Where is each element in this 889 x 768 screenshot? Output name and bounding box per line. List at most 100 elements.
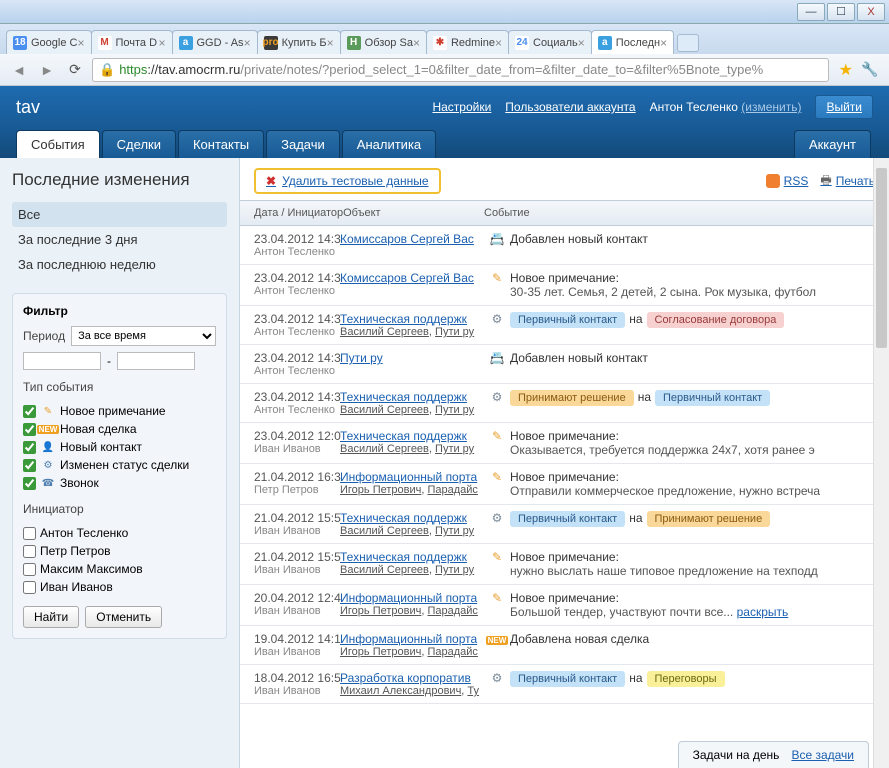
change-user-link[interactable]: (изменить) bbox=[741, 100, 801, 114]
scrollbar-thumb[interactable] bbox=[876, 168, 887, 348]
event-sub-link[interactable]: Парадайс bbox=[427, 484, 477, 496]
find-button[interactable]: Найти bbox=[23, 606, 79, 628]
event-object-link[interactable]: Техническая поддержк bbox=[340, 390, 484, 404]
tab-account[interactable]: Аккаунт bbox=[794, 130, 871, 158]
event-object-link[interactable]: Комиссаров Сергей Вас bbox=[340, 232, 484, 246]
browser-tab[interactable]: aGGD - As× bbox=[172, 30, 258, 54]
print-link[interactable]: 🖶Печать bbox=[820, 171, 875, 192]
event-object-link[interactable]: Комиссаров Сергей Вас bbox=[340, 271, 484, 285]
browser-tab[interactable]: proКупить Б× bbox=[257, 30, 341, 54]
tab-tasks[interactable]: Задачи bbox=[266, 130, 340, 158]
new-tab-button[interactable] bbox=[677, 34, 699, 52]
event-sub-link[interactable]: Василий Сергеев bbox=[340, 564, 429, 576]
tab-close-icon[interactable]: × bbox=[77, 36, 84, 50]
tab-close-icon[interactable]: × bbox=[327, 36, 334, 50]
event-sub-link[interactable]: Василий Сергеев bbox=[340, 443, 429, 455]
event-sub-link[interactable]: Пути ру bbox=[435, 443, 474, 455]
tab-close-icon[interactable]: × bbox=[495, 36, 502, 50]
logout-button[interactable]: Выйти bbox=[815, 95, 873, 119]
tasks-bar[interactable]: Задачи на день Все задачи bbox=[678, 741, 869, 768]
event-date: 21.04.2012 15:5 bbox=[254, 511, 340, 525]
settings-link[interactable]: Настройки bbox=[432, 100, 491, 114]
event-sub-link[interactable]: Пути ру bbox=[435, 404, 474, 416]
filter-all[interactable]: Все bbox=[12, 202, 227, 227]
browser-tab[interactable]: aПоследн× bbox=[591, 30, 674, 54]
window-close-button[interactable]: X bbox=[857, 3, 885, 21]
date-from-input[interactable] bbox=[23, 352, 101, 370]
tab-close-icon[interactable]: × bbox=[660, 36, 667, 50]
tab-close-icon[interactable]: × bbox=[158, 36, 165, 50]
check-new-contact[interactable] bbox=[23, 441, 36, 454]
tab-deals[interactable]: Сделки bbox=[102, 130, 176, 158]
tab-close-icon[interactable]: × bbox=[578, 36, 585, 50]
browser-tab[interactable]: 24Социаль× bbox=[508, 30, 592, 54]
date-dash: - bbox=[107, 354, 111, 368]
event-sub-link[interactable]: Василий Сергеев bbox=[340, 525, 429, 537]
back-button[interactable]: ◄ bbox=[8, 59, 30, 81]
scrollbar[interactable] bbox=[873, 158, 889, 768]
period-select[interactable]: За все время bbox=[71, 326, 216, 346]
date-to-input[interactable] bbox=[117, 352, 195, 370]
event-object-link[interactable]: Пути ру bbox=[340, 351, 484, 365]
browser-tab[interactable]: ✱Redmine× bbox=[426, 30, 509, 54]
all-tasks-link[interactable]: Все задачи bbox=[791, 748, 854, 762]
window-maximize-button[interactable]: ☐ bbox=[827, 3, 855, 21]
check-user-2[interactable] bbox=[23, 545, 36, 558]
event-object-link[interactable]: Информационный порта bbox=[340, 591, 484, 605]
filter-week[interactable]: За последнюю неделю bbox=[12, 252, 227, 277]
event-object-link[interactable]: Техническая поддержк bbox=[340, 312, 484, 326]
browser-tab[interactable]: MПочта D× bbox=[91, 30, 173, 54]
event-object-link[interactable]: Информационный порта bbox=[340, 632, 484, 646]
tab-close-icon[interactable]: × bbox=[413, 36, 420, 50]
event-row: 23.04.2012 14:3Антон ТесленкоПути ру📇Доб… bbox=[240, 345, 889, 384]
event-sub-link[interactable]: Парадайс bbox=[427, 646, 477, 658]
event-sub-link[interactable]: Игорь Петрович bbox=[340, 484, 421, 496]
check-user-3[interactable] bbox=[23, 563, 36, 576]
event-object-link[interactable]: Техническая поддержк bbox=[340, 550, 484, 564]
reload-button[interactable]: ⟳ bbox=[64, 59, 86, 81]
cancel-button[interactable]: Отменить bbox=[85, 606, 162, 628]
event-object-link[interactable]: Техническая поддержк bbox=[340, 429, 484, 443]
delete-test-data-button[interactable]: ✖Удалить тестовые данные bbox=[254, 168, 441, 194]
check-call-label: Звонок bbox=[60, 476, 99, 490]
event-date: 23.04.2012 14:3 bbox=[254, 390, 340, 404]
event-sub-link[interactable]: Пути ру bbox=[435, 564, 474, 576]
event-sub-link[interactable]: Василий Сергеев bbox=[340, 326, 429, 338]
status-arrow-label: на bbox=[638, 390, 651, 404]
bookmark-star-icon[interactable]: ★ bbox=[839, 60, 853, 80]
window-minimize-button[interactable]: — bbox=[797, 3, 825, 21]
rss-link[interactable]: RSS bbox=[766, 174, 809, 188]
tab-events[interactable]: События bbox=[16, 130, 100, 158]
event-sub-link[interactable]: Пути ру bbox=[435, 525, 474, 537]
check-new-deal[interactable] bbox=[23, 423, 36, 436]
event-row: 23.04.2012 14:3Антон ТесленкоТехническая… bbox=[240, 306, 889, 345]
event-sub-link[interactable]: Пути ру bbox=[435, 326, 474, 338]
event-sub-link[interactable]: Василий Сергеев bbox=[340, 404, 429, 416]
event-sub-link[interactable]: Игорь Петрович bbox=[340, 605, 421, 617]
filter-3days[interactable]: За последние 3 дня bbox=[12, 227, 227, 252]
event-object-link[interactable]: Техническая поддержк bbox=[340, 511, 484, 525]
gear-icon: ⚙ bbox=[492, 312, 503, 326]
event-object-link[interactable]: Разработка корпоратив bbox=[340, 671, 484, 685]
browser-tab[interactable]: 18Google C× bbox=[6, 30, 92, 54]
url-input[interactable]: 🔒 https://tav.amocrm.ru/private/notes/?p… bbox=[92, 58, 829, 82]
account-users-link[interactable]: Пользователи аккаунта bbox=[505, 100, 635, 114]
check-user-4[interactable] bbox=[23, 581, 36, 594]
check-user-1[interactable] bbox=[23, 527, 36, 540]
url-path: /private/notes/?period_select_1=0&filter… bbox=[240, 62, 763, 77]
check-status-change[interactable] bbox=[23, 459, 36, 472]
event-sub-link[interactable]: Ту bbox=[467, 685, 479, 697]
event-sub-link[interactable]: Михаил Александрович bbox=[340, 685, 461, 697]
forward-button[interactable]: ► bbox=[36, 59, 58, 81]
tab-contacts[interactable]: Контакты bbox=[178, 130, 264, 158]
event-sub-link[interactable]: Игорь Петрович bbox=[340, 646, 421, 658]
event-sub-link[interactable]: Парадайс bbox=[427, 605, 477, 617]
check-new-note[interactable] bbox=[23, 405, 36, 418]
tab-close-icon[interactable]: × bbox=[244, 36, 251, 50]
browser-tab[interactable]: HОбзор Sa× bbox=[340, 30, 427, 54]
check-call[interactable] bbox=[23, 477, 36, 490]
event-object-link[interactable]: Информационный порта bbox=[340, 470, 484, 484]
tab-analytics[interactable]: Аналитика bbox=[342, 130, 436, 158]
expand-link[interactable]: раскрыть bbox=[737, 605, 789, 619]
wrench-menu-icon[interactable]: 🔧 bbox=[859, 59, 881, 81]
